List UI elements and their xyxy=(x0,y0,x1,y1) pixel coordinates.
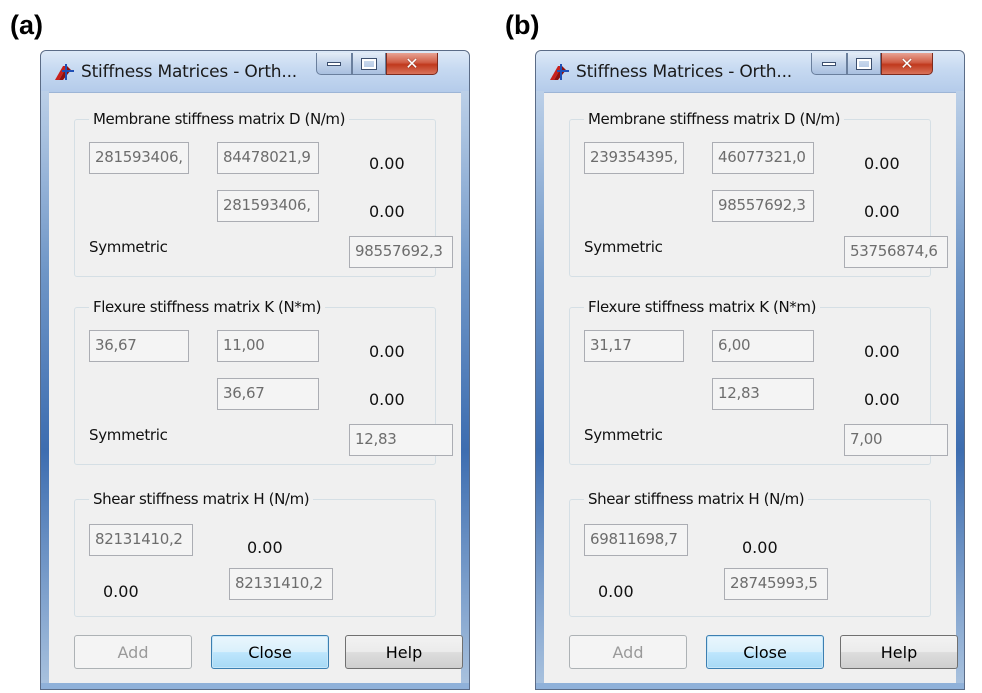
window-frame-right xyxy=(956,91,964,689)
shear-group: Shear stiffness matrix H (N/m) 82131410,… xyxy=(74,490,436,617)
shear-group-title: Shear stiffness matrix H (N/m) xyxy=(89,490,314,508)
flexure-k12-field[interactable]: 11,00 xyxy=(217,330,319,362)
minimize-button[interactable] xyxy=(316,53,352,75)
membrane-d33-field[interactable]: 98557692,3 xyxy=(349,236,453,268)
stiffness-matrices-window-a: Stiffness Matrices - Orth... ✕ Membrane … xyxy=(40,50,470,690)
minimize-button[interactable] xyxy=(811,53,847,75)
membrane-d23-value: 0.00 xyxy=(369,202,405,221)
flexure-k23-value: 0.00 xyxy=(369,390,405,409)
dialog-content: Membrane stiffness matrix D (N/m) 239354… xyxy=(544,93,956,683)
flexure-group-title: Flexure stiffness matrix K (N*m) xyxy=(89,298,326,316)
title-bar[interactable]: Stiffness Matrices - Orth... ✕ xyxy=(536,51,964,93)
shear-h11-field[interactable]: 82131410,2 xyxy=(89,524,193,556)
flexure-k33-field[interactable]: 12,83 xyxy=(349,424,453,456)
flexure-k13-value: 0.00 xyxy=(369,342,405,361)
add-button[interactable]: Add xyxy=(74,635,192,669)
window-title: Stiffness Matrices - Orth... xyxy=(81,62,297,82)
panel-a-label: (a) xyxy=(10,10,43,40)
flexure-k33-field[interactable]: 7,00 xyxy=(844,424,948,456)
maximize-button[interactable] xyxy=(847,53,881,75)
close-window-button[interactable]: ✕ xyxy=(881,53,933,75)
minimize-icon xyxy=(327,61,341,66)
flexure-group-title: Flexure stiffness matrix K (N*m) xyxy=(584,298,821,316)
flexure-k13-value: 0.00 xyxy=(864,342,900,361)
shear-group-title: Shear stiffness matrix H (N/m) xyxy=(584,490,809,508)
shear-h11-field[interactable]: 69811698,7 xyxy=(584,524,688,556)
close-button[interactable]: Close xyxy=(211,635,329,669)
window-frame-left xyxy=(536,91,544,689)
stiffness-matrices-window-b: Stiffness Matrices - Orth... ✕ Membrane … xyxy=(535,50,965,690)
flexure-k23-value: 0.00 xyxy=(864,390,900,409)
membrane-symmetric-label: Symmetric xyxy=(584,238,663,256)
window-frame-right xyxy=(461,91,469,689)
membrane-symmetric-label: Symmetric xyxy=(89,238,168,256)
shear-group: Shear stiffness matrix H (N/m) 69811698,… xyxy=(569,490,931,617)
add-button[interactable]: Add xyxy=(569,635,687,669)
matrix-app-icon xyxy=(55,64,74,80)
membrane-d13-value: 0.00 xyxy=(369,154,405,173)
minimize-icon xyxy=(822,61,836,66)
shear-h12-value: 0.00 xyxy=(247,538,283,557)
membrane-d22-field[interactable]: 281593406, xyxy=(217,190,319,222)
membrane-d11-field[interactable]: 281593406, xyxy=(89,142,189,174)
help-button[interactable]: Help xyxy=(840,635,958,669)
title-bar[interactable]: Stiffness Matrices - Orth... ✕ xyxy=(41,51,469,93)
panel-b-label: (b) xyxy=(505,10,540,40)
window-frame-bottom xyxy=(536,683,964,689)
membrane-group-title: Membrane stiffness matrix D (N/m) xyxy=(584,110,845,128)
flexure-group: Flexure stiffness matrix K (N*m) 31,17 6… xyxy=(569,298,948,465)
close-icon: ✕ xyxy=(405,54,419,73)
membrane-d13-value: 0.00 xyxy=(864,154,900,173)
membrane-d22-field[interactable]: 98557692,3 xyxy=(712,190,814,222)
membrane-group-title: Membrane stiffness matrix D (N/m) xyxy=(89,110,350,128)
flexure-symmetric-label: Symmetric xyxy=(89,426,168,444)
maximize-button[interactable] xyxy=(352,53,386,75)
maximize-icon xyxy=(856,57,872,70)
flexure-k11-field[interactable]: 31,17 xyxy=(584,330,684,362)
window-frame-left xyxy=(41,91,49,689)
help-button[interactable]: Help xyxy=(345,635,463,669)
window-frame-bottom xyxy=(41,683,469,689)
maximize-icon xyxy=(361,57,377,70)
flexure-group: Flexure stiffness matrix K (N*m) 36,67 1… xyxy=(74,298,453,465)
flexure-k12-field[interactable]: 6,00 xyxy=(712,330,814,362)
membrane-d33-field[interactable]: 53756874,6 xyxy=(844,236,948,268)
membrane-group: Membrane stiffness matrix D (N/m) 281593… xyxy=(74,110,453,277)
shear-h12-value: 0.00 xyxy=(742,538,778,557)
window-title: Stiffness Matrices - Orth... xyxy=(576,62,792,82)
shear-h22-field[interactable]: 82131410,2 xyxy=(229,568,333,600)
flexure-symmetric-label: Symmetric xyxy=(584,426,663,444)
dialog-content: Membrane stiffness matrix D (N/m) 281593… xyxy=(49,93,461,683)
membrane-d12-field[interactable]: 84478021,9 xyxy=(217,142,319,174)
shear-h21-value: 0.00 xyxy=(598,582,634,601)
matrix-app-icon xyxy=(550,64,569,80)
flexure-k22-field[interactable]: 36,67 xyxy=(217,378,319,410)
shear-h22-field[interactable]: 28745993,5 xyxy=(724,568,828,600)
membrane-d23-value: 0.00 xyxy=(864,202,900,221)
shear-h21-value: 0.00 xyxy=(103,582,139,601)
membrane-d12-field[interactable]: 46077321,0 xyxy=(712,142,814,174)
membrane-d11-field[interactable]: 239354395, xyxy=(584,142,684,174)
close-window-button[interactable]: ✕ xyxy=(386,53,438,75)
close-button[interactable]: Close xyxy=(706,635,824,669)
membrane-group: Membrane stiffness matrix D (N/m) 239354… xyxy=(569,110,948,277)
flexure-k22-field[interactable]: 12,83 xyxy=(712,378,814,410)
flexure-k11-field[interactable]: 36,67 xyxy=(89,330,189,362)
close-icon: ✕ xyxy=(900,54,914,73)
